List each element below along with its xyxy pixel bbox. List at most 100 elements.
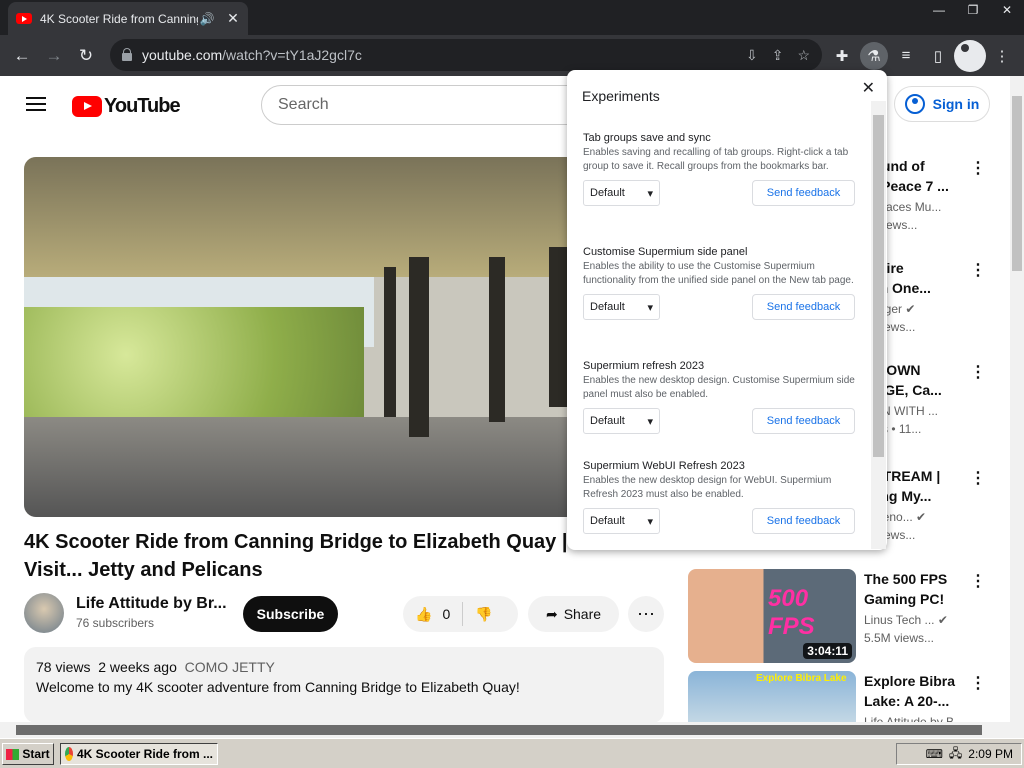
rec-channel: Linus Tech ...	[864, 613, 935, 627]
share-arrow-icon: ➦	[545, 605, 558, 622]
browser-menu-icon[interactable]: ⋮	[986, 40, 1018, 72]
experiments-heading: Experiments	[582, 88, 660, 104]
description-box[interactable]: 78 views 2 weeks ago COMO JETTY Welcome …	[24, 647, 664, 723]
page-scrollbar[interactable]	[1010, 76, 1024, 726]
experiment-description: Enables the new desktop design. Customis…	[583, 375, 855, 400]
chevron-down-icon: ▾	[647, 187, 653, 200]
experiment-select[interactable]: Default ▾	[583, 508, 660, 534]
bookmark-star-icon[interactable]: ☆	[797, 47, 810, 64]
upload-date: 2 weeks ago	[98, 659, 177, 675]
media-queue-icon[interactable]: ≡	[890, 40, 922, 72]
dislike-button[interactable]: 👎	[463, 606, 504, 623]
send-feedback-button[interactable]: Send feedback	[752, 180, 855, 206]
share-button[interactable]: ➦ Share	[528, 596, 619, 632]
experiments-popup: Experiments ✕ Tab groups save and sync E…	[567, 70, 887, 550]
lock-icon[interactable]	[122, 48, 132, 61]
system-tray: ⌨ 🖧 2:09 PM	[896, 743, 1022, 765]
share-label: Share	[563, 606, 602, 622]
hamburger-menu-icon[interactable]	[26, 97, 46, 111]
window-close-icon[interactable]: ✕	[990, 0, 1024, 20]
restore-icon[interactable]: ❐	[956, 0, 990, 20]
rec-menu-icon[interactable]: ⋮	[970, 158, 986, 178]
send-feedback-button[interactable]: Send feedback	[752, 408, 855, 434]
verified-icon: ✔	[937, 613, 948, 627]
experiment-select[interactable]: Default ▾	[583, 294, 660, 320]
share-page-icon[interactable]: ⇪	[772, 47, 784, 64]
audio-playing-icon[interactable]: 🔊	[198, 12, 216, 26]
thumbs-down-icon: 👎	[475, 605, 493, 622]
video-title: 4K Scooter Ride from Canning Bridge to E…	[24, 531, 568, 581]
url-path: /watch?v=tY1aJ2gcl7c	[222, 47, 362, 63]
verified-icon: ✔	[905, 302, 916, 316]
minimize-icon[interactable]: —	[922, 0, 956, 20]
back-icon[interactable]: ←	[6, 40, 38, 72]
address-bar[interactable]: youtube.com /watch?v=tY1aJ2gcl7c ⇩ ⇪ ☆	[110, 39, 822, 71]
windows-logo-icon	[6, 748, 20, 760]
experiment-item: Supermium WebUI Refresh 2023 Enables the…	[583, 460, 855, 534]
close-icon[interactable]: ✕	[862, 78, 875, 98]
rec-title-line2: Lake: A 20-...	[864, 693, 950, 709]
clock[interactable]: 2:09 PM	[968, 747, 1013, 761]
rec-menu-icon[interactable]: ⋮	[970, 362, 986, 382]
experiment-title: Supermium WebUI Refresh 2023	[583, 460, 745, 472]
extensions-icon[interactable]: ✚	[826, 40, 858, 72]
tab-title: 4K Scooter Ride from Canning B	[40, 11, 198, 26]
rec-thumbnail-text: Explore Bibra Lake	[756, 673, 847, 684]
experiments-scrollbar[interactable]	[871, 101, 886, 549]
start-label: Start	[22, 747, 50, 761]
view-count: 78 views	[36, 659, 91, 675]
rec-thumbnail[interactable]: 500 FPS 3:04:11	[688, 569, 856, 663]
url-host: youtube.com	[142, 47, 223, 63]
horizontal-scrollbar[interactable]	[0, 722, 1024, 738]
profile-icon[interactable]	[954, 39, 986, 72]
browser-tab[interactable]: 4K Scooter Ride from Canning B 🔊 ✕	[8, 2, 248, 35]
thumbs-up-icon: 👍	[415, 605, 433, 622]
channel-name[interactable]: Life Attitude by Br...	[76, 595, 227, 613]
rec-title-line2: Gaming PC!	[864, 591, 945, 607]
rec-title-line1: The 500 FPS	[864, 571, 948, 587]
rec-menu-icon[interactable]: ⋮	[970, 673, 986, 693]
hashtag-link[interactable]: COMO JETTY	[185, 659, 275, 675]
rec-views: 5.5M views...	[864, 631, 935, 645]
experiments-flask-icon[interactable]: ⚗	[860, 41, 888, 70]
verified-icon: ✔	[916, 510, 927, 524]
experiment-select[interactable]: Default ▾	[583, 180, 660, 206]
keyboard-icon[interactable]: ⌨	[926, 747, 943, 761]
like-count: 0	[442, 606, 451, 622]
subscribe-button[interactable]: Subscribe	[243, 596, 338, 632]
youtube-logo[interactable]: YouTube	[72, 95, 181, 118]
experiment-description: Enables the ability to use the Customise…	[583, 261, 854, 286]
tab-close-icon[interactable]: ✕	[226, 10, 240, 27]
send-feedback-button[interactable]: Send feedback	[752, 508, 855, 534]
experiment-title: Tab groups save and sync	[583, 132, 711, 144]
more-actions-icon[interactable]: ⋯	[628, 596, 664, 632]
experiment-description: Enables saving and recalling of tab grou…	[583, 147, 849, 172]
install-app-icon[interactable]: ⇩	[746, 47, 758, 64]
sign-in-button[interactable]: Sign in	[894, 86, 990, 122]
rec-title-line1: Explore Bibra	[864, 673, 956, 689]
start-button[interactable]: Start	[2, 743, 54, 765]
rec-menu-icon[interactable]: ⋮	[970, 260, 986, 280]
network-icon[interactable]: 🖧	[949, 744, 962, 765]
rec-menu-icon[interactable]: ⋮	[970, 468, 986, 488]
youtube-favicon-icon	[16, 13, 32, 24]
send-feedback-button[interactable]: Send feedback	[752, 294, 855, 320]
sign-in-label: Sign in	[932, 96, 980, 112]
user-circle-icon	[904, 94, 925, 114]
tab-strip: 4K Scooter Ride from Canning B 🔊 ✕ — ❐ ✕	[0, 0, 1024, 35]
search-input[interactable]: Search	[261, 85, 591, 125]
forward-icon[interactable]: →	[38, 40, 70, 72]
experiment-title: Customise Supermium side panel	[583, 246, 748, 258]
taskbar: Start 4K Scooter Ride from ... ⌨ 🖧 2:09 …	[0, 738, 1024, 768]
description-text: Welcome to my 4K scooter adventure from …	[36, 679, 520, 695]
experiment-select[interactable]: Default ▾	[583, 408, 660, 434]
like-button[interactable]: 👍 0	[403, 602, 464, 626]
side-panel-icon[interactable]: ▯	[922, 40, 954, 72]
rec-menu-icon[interactable]: ⋮	[970, 571, 986, 591]
taskbar-app-label: 4K Scooter Ride from ...	[76, 747, 213, 761]
reload-icon[interactable]: ↻	[70, 40, 102, 72]
taskbar-app-button[interactable]: 4K Scooter Ride from ...	[60, 743, 218, 765]
video-duration: 3:04:11	[803, 643, 852, 659]
rec-thumbnail-text: 500 FPS	[768, 585, 815, 640]
channel-avatar[interactable]	[24, 593, 64, 633]
